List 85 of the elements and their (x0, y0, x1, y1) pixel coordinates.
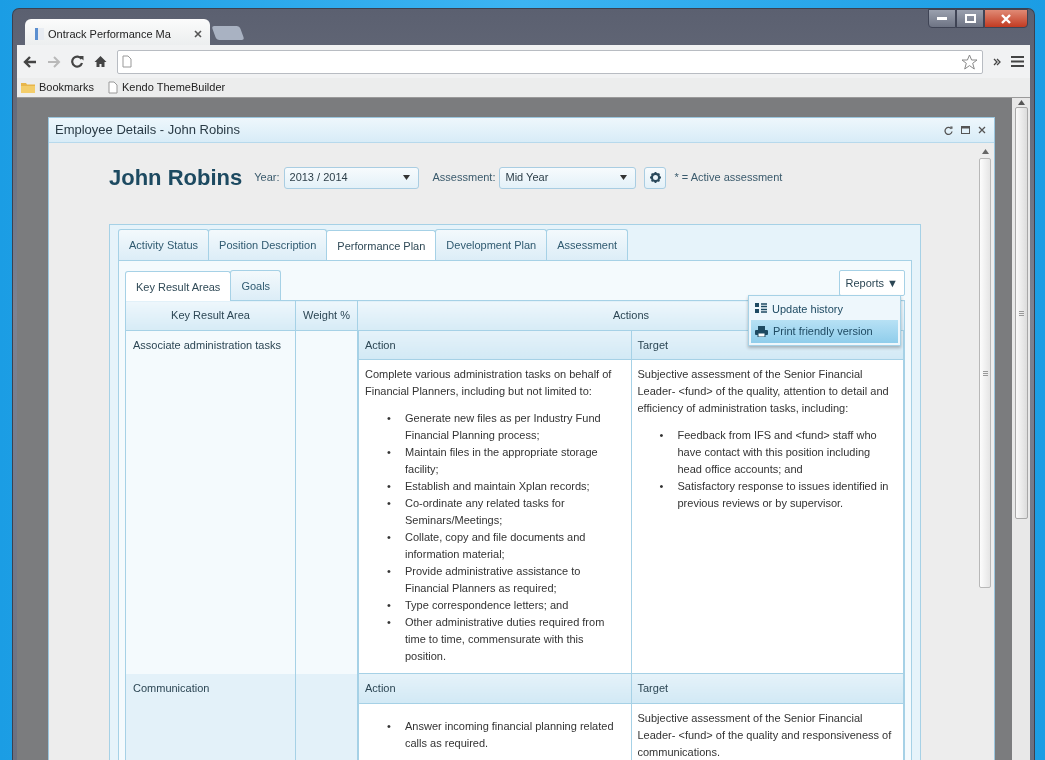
page-icon (122, 55, 132, 68)
table-cell: Subjective assessment of the Senior Financial Leader- <fund> of the quality and responsiveness of communications. (631, 703, 904, 760)
bullet: • (387, 530, 392, 545)
bullet: • (387, 598, 392, 613)
page-icon (35, 28, 44, 40)
chevron-icon[interactable] (993, 57, 1001, 66)
grip-icon (1018, 310, 1024, 316)
tab[interactable]: Activity Status (118, 229, 210, 260)
table-cell: Complete various administration tasks on behalf of Financial Planners, including but not limited to: • Generate new files as per Industry Fund Financial Planning process; • Maintain files in the appropriate storage facility; • Establish and maintain Xplan records; • Co-ordinate any related tasks for Seminars/Meetings; • Collate, copy and file documents and information material; • Provide administrative assistance to Financial Planners as required; • Type correspondence letters; and • Other administrative duties required from time to time, commensurate with this position. (358, 359, 631, 674)
close-icon[interactable] (194, 30, 202, 38)
column-header: Key Result Area (125, 300, 296, 330)
scrollbar-thumb[interactable] (979, 158, 991, 588)
tab[interactable]: Goals (230, 269, 282, 300)
bullet: • (387, 496, 392, 511)
assessment-select[interactable]: Mid Year (499, 166, 637, 189)
grip-icon (982, 370, 988, 376)
column-header: Target (631, 674, 904, 703)
tab[interactable]: Performance Plan (326, 230, 437, 261)
bullet: • (387, 445, 392, 460)
bullet: • (659, 428, 665, 443)
bookmark-link[interactable]: Bookmarks (21, 79, 95, 96)
reload-icon[interactable] (71, 55, 84, 68)
list-item-text: Answer incoming financial planning related calls as required. (405, 718, 615, 751)
refresh-icon[interactable] (944, 125, 953, 135)
bookmark-link[interactable]: Kendo ThemeBuilder (108, 79, 226, 96)
bullet: • (387, 615, 392, 630)
new-tab-button[interactable] (211, 26, 245, 40)
browser-tab[interactable]: Ontrack Performance Ma (25, 19, 210, 45)
minimize-icon (937, 16, 947, 21)
list-item-text: Collate, copy and file documents and information material; (405, 530, 587, 562)
bullet: • (387, 411, 392, 426)
tab[interactable]: Position Description (208, 229, 328, 260)
menu-item[interactable]: Update history (751, 297, 898, 320)
scrollbar-thumb[interactable] (1014, 107, 1028, 519)
menu-icon[interactable] (1011, 56, 1024, 67)
tab-title: Ontrack Performance Ma (48, 26, 172, 42)
list-item-text: Establish and maintain Xplan records; (405, 479, 590, 494)
minimize-button[interactable] (928, 9, 956, 28)
settings-icon (650, 172, 661, 183)
list-item-text: Co-ordinate any related tasks for Seminars/Meetings; (405, 496, 566, 528)
list-item-text: Satisfactory response to issues identified in previous reviews or by supervisor. (677, 479, 890, 511)
bullet: • (659, 479, 665, 494)
column-header: Weight % (295, 300, 358, 330)
maximize-icon (964, 14, 976, 23)
home-icon[interactable] (94, 55, 107, 68)
year-label: Year: (254, 170, 280, 186)
tab[interactable]: Development Plan (435, 229, 548, 260)
list-item-text: Other administrative duties required from time to time, commensurate with this position. (405, 615, 606, 664)
star-icon[interactable] (961, 53, 978, 70)
list-item-text: Maintain files in the appropriate storage facility; (405, 445, 599, 477)
printer-icon (755, 325, 768, 337)
year-select[interactable]: 2013 / 2014 (283, 166, 419, 189)
back-icon[interactable] (23, 55, 37, 68)
list-item-text: Feedback from IFS and <fund> staff who have contact with this position including head office accounts; and (677, 428, 878, 477)
reports-button[interactable]: Reports ▼ (838, 269, 905, 296)
tab[interactable]: Key Result Areas (125, 270, 232, 301)
folder-icon (21, 82, 35, 93)
bullet: • (387, 479, 392, 494)
caret-icon (402, 175, 410, 180)
page-icon (108, 81, 119, 94)
caret-icon (620, 175, 628, 180)
tab[interactable]: Assessment (546, 229, 629, 260)
scroll-up-icon[interactable] (981, 149, 989, 154)
assessment-label: Assessment: (432, 170, 496, 186)
scroll-up-icon[interactable] (1017, 100, 1025, 105)
active-assessment-note: * = Active assessment (674, 170, 783, 186)
close-icon (1001, 13, 1011, 24)
column-header: Action (358, 330, 631, 360)
menu-item[interactable]: Print friendly version (751, 320, 898, 343)
table-cell: Communication (125, 674, 296, 760)
table-cell: Subjective assessment of the Senior Financial Leader- <fund> of the quality, attention to detail and efficiency of administration tasks, including: • Feedback from IFS and <fund> staff who have contact with this position including head office accounts; and • Satisfactory response to issues identified in previous reviews or by supervisor. (631, 359, 904, 674)
settings-button[interactable] (644, 166, 667, 189)
list-icon (755, 303, 767, 315)
bullet: • (387, 718, 392, 734)
employee-name: John Robins (109, 164, 243, 192)
maximize-button[interactable] (956, 9, 984, 28)
dialog-title: Employee Details - John Robins (55, 121, 241, 140)
maximize-icon[interactable] (961, 126, 970, 134)
list-item-text: Generate new files as per Industry Fund Financial Planning process; (405, 411, 602, 443)
close-icon[interactable] (978, 126, 986, 134)
list-item-text: Type correspondence letters; and (405, 598, 569, 613)
close-button[interactable] (984, 9, 1028, 28)
column-header: Action (358, 674, 631, 703)
list-item-text: Provide administrative assistance to Financial Planners as required; (405, 564, 582, 596)
bullet: • (387, 564, 392, 579)
